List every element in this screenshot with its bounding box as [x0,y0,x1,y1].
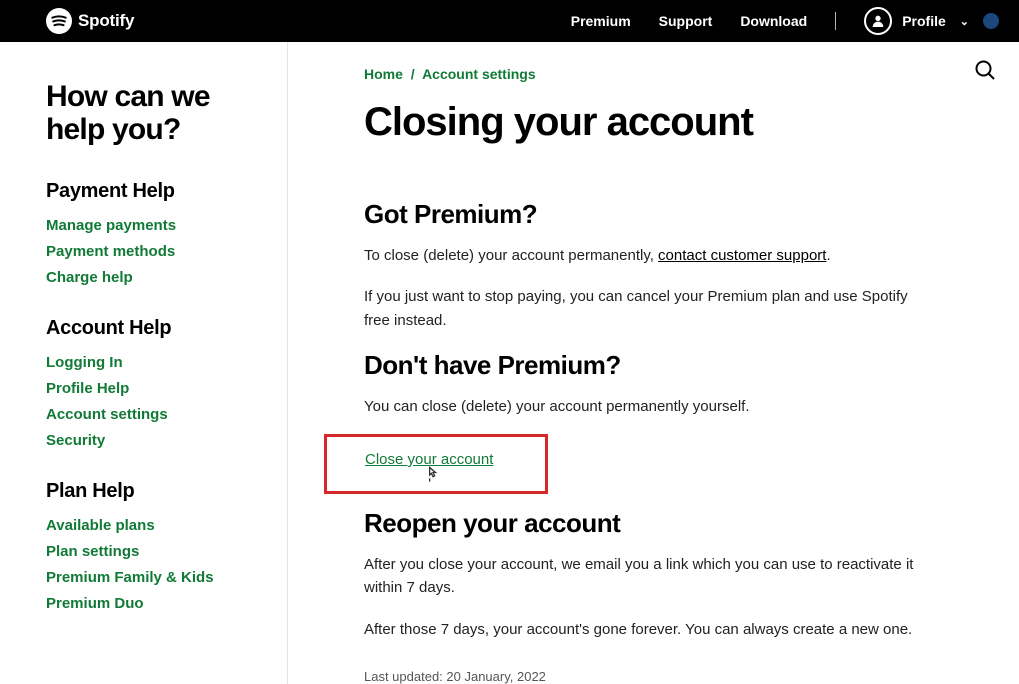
nav-premium[interactable]: Premium [571,13,631,29]
sidebar-link-profile-help[interactable]: Profile Help [46,380,129,397]
heading-reopen: Reopen your account [364,508,924,539]
sidebar-link-payment-methods[interactable]: Payment methods [46,243,175,260]
search-button[interactable] [973,58,997,87]
spotify-icon [46,8,72,34]
breadcrumb: Home / Account settings [364,66,924,82]
sidebar-link-available-plans[interactable]: Available plans [46,517,155,534]
sidebar-link-account-settings[interactable]: Account settings [46,406,168,423]
nav-download[interactable]: Download [740,13,807,29]
highlight-box: Close your account [324,434,548,494]
sidebar: How can we help you? Payment Help Manage… [0,42,288,684]
avatar-icon [864,7,892,35]
section-heading: Account Help [46,317,267,340]
sidebar-link-manage-payments[interactable]: Manage payments [46,217,176,234]
heading-got-premium: Got Premium? [364,199,924,230]
sidebar-title: How can we help you? [46,80,267,146]
profile-label: Profile [902,13,946,29]
got-premium-intro: To close (delete) your account permanent… [364,244,924,267]
cursor-icon [423,465,443,485]
sidebar-link-logging-in[interactable]: Logging In [46,354,123,371]
sidebar-link-plan-settings[interactable]: Plan settings [46,543,139,560]
profile-menu[interactable]: Profile ⌄ [864,7,999,35]
chevron-down-icon: ⌄ [960,15,969,28]
logo[interactable]: Spotify [46,8,134,34]
sidebar-section-account: Account Help Logging In Profile Help Acc… [46,317,267,450]
heading-no-premium: Don't have Premium? [364,350,924,381]
reopen-p2: After those 7 days, your account's gone … [364,618,924,641]
header-nav: Premium Support Download Profile ⌄ [571,7,999,35]
page-body: How can we help you? Payment Help Manage… [0,42,1019,684]
link-contact-support[interactable]: contact customer support [658,247,826,264]
sidebar-link-charge-help[interactable]: Charge help [46,269,133,286]
reopen-p1: After you close your account, we email y… [364,553,924,600]
breadcrumb-home[interactable]: Home [364,66,403,82]
sidebar-section-payment: Payment Help Manage payments Payment met… [46,180,267,287]
globe-icon [983,13,999,29]
breadcrumb-sep: / [411,66,415,82]
sidebar-link-premium-duo[interactable]: Premium Duo [46,595,144,612]
app-header: Spotify Premium Support Download Profile… [0,0,1019,42]
page-title: Closing your account [364,100,924,145]
section-heading: Payment Help [46,180,267,203]
nav-support[interactable]: Support [659,13,713,29]
sidebar-section-plan: Plan Help Available plans Plan settings … [46,480,267,613]
brand-name: Spotify [78,11,134,31]
sidebar-link-premium-family[interactable]: Premium Family & Kids [46,569,214,586]
nav-divider [835,12,836,30]
breadcrumb-account-settings[interactable]: Account settings [422,66,536,82]
got-premium-cancel: If you just want to stop paying, you can… [364,285,924,332]
article: Home / Account settings Closing your acc… [364,66,924,684]
last-updated: Last updated: 20 January, 2022 [364,669,924,684]
search-icon [973,58,997,82]
section-heading: Plan Help [46,480,267,503]
content: Home / Account settings Closing your acc… [288,42,1019,684]
sidebar-link-security[interactable]: Security [46,432,105,449]
no-premium-text: You can close (delete) your account perm… [364,395,924,418]
text: To close (delete) your account permanent… [364,247,658,264]
